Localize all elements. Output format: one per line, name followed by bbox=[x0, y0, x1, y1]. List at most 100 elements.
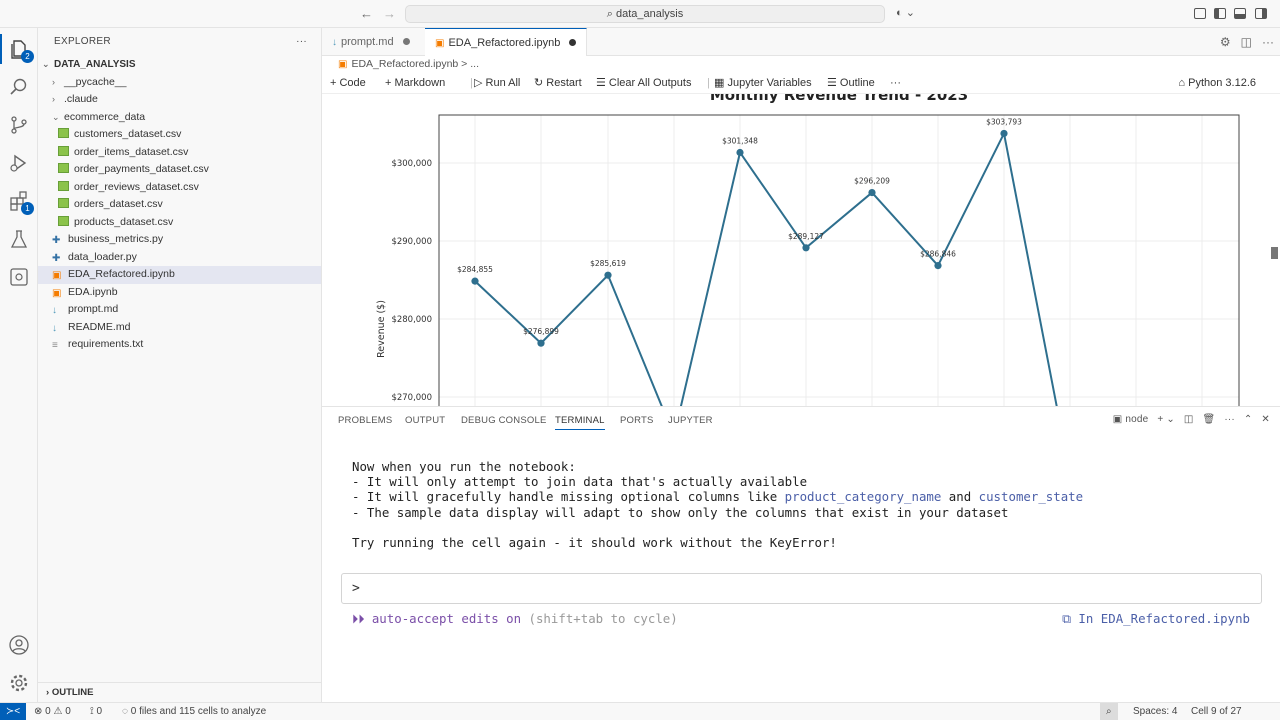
editor-actions: ⚙ ◫ ··· bbox=[1220, 35, 1274, 49]
account-icon[interactable] bbox=[8, 634, 30, 656]
extensions-icon[interactable]: 1 bbox=[8, 190, 34, 215]
code-token: product_category_name bbox=[784, 489, 942, 505]
more-actions-icon[interactable]: ··· bbox=[1262, 35, 1274, 49]
tree-item[interactable]: order_payments_dataset.csv bbox=[38, 161, 321, 179]
tree-item[interactable]: products_dataset.csv bbox=[38, 214, 321, 232]
toggle-panel-icon[interactable] bbox=[1234, 8, 1246, 19]
tree-item-label: business_metrics.py bbox=[68, 233, 164, 245]
y-axis-label: Revenue ($) bbox=[376, 300, 387, 358]
workspace-name: data_analysis bbox=[615, 8, 684, 20]
tab-debug-console[interactable]: DEBUG CONSOLE bbox=[461, 415, 546, 426]
chevron-down-icon: ⌄ bbox=[42, 59, 50, 69]
tree-item[interactable]: › .claude bbox=[38, 91, 321, 109]
ports-status[interactable]: ⟟ 0 bbox=[90, 703, 102, 720]
text-file-icon: ≡ bbox=[52, 340, 58, 351]
explorer-sidebar: EXPLORER ··· ⌄ DATA_ANALYSIS › __pycache__… bbox=[38, 28, 322, 702]
tree-item[interactable]: orders_dataset.csv bbox=[38, 196, 321, 214]
tab-terminal[interactable]: TERMINAL bbox=[555, 415, 605, 430]
toggle-sidebar-icon[interactable] bbox=[1214, 8, 1226, 19]
tree-item[interactable]: ▣ EDA.ipynb bbox=[38, 284, 321, 302]
source-control-icon[interactable] bbox=[8, 114, 30, 136]
tree-item[interactable]: ▣ EDA_Refactored.ipynb bbox=[38, 266, 321, 284]
restart-button[interactable]: ↻ Restart bbox=[534, 72, 582, 94]
add-code-button[interactable]: + Code bbox=[330, 72, 366, 94]
toolbar-separator: | bbox=[707, 77, 710, 89]
tab-jupyter[interactable]: JUPYTER bbox=[668, 415, 713, 426]
close-panel-icon[interactable]: ✕ bbox=[1261, 414, 1270, 425]
csv-file-icon bbox=[58, 180, 69, 191]
data-label: $286,846 bbox=[920, 250, 956, 259]
tree-item[interactable]: order_reviews_dataset.csv bbox=[38, 179, 321, 197]
clear-icon: ☰ bbox=[596, 77, 609, 89]
outline-button[interactable]: ☰ Outline bbox=[827, 72, 875, 94]
remote-indicator-icon[interactable]: ≻< bbox=[0, 703, 26, 720]
command-center-search[interactable]: ⌕ data_analysis bbox=[405, 5, 885, 23]
copilot-icon[interactable]: ◐ ⌄ bbox=[896, 6, 915, 19]
manage-gear-icon[interactable] bbox=[8, 672, 30, 694]
zoom-icon[interactable]: ⌕ bbox=[1100, 703, 1118, 720]
data-point bbox=[471, 277, 479, 285]
indentation-status[interactable]: Spaces: 4 bbox=[1133, 703, 1177, 720]
tab-prompt-md[interactable]: ↓ prompt.md bbox=[322, 28, 420, 56]
notebook-file-icon: ▣ bbox=[338, 59, 348, 70]
back-arrow-icon[interactable]: ← bbox=[360, 6, 373, 21]
claude-prompt-input[interactable]: > bbox=[341, 573, 1262, 604]
terminal-shell-icon[interactable]: ▣ bbox=[1113, 414, 1126, 425]
tree-item[interactable]: ⌄ ecommerce_data bbox=[38, 109, 321, 127]
scrollbar-thumb[interactable] bbox=[1271, 247, 1278, 259]
more-actions-icon[interactable]: ··· bbox=[1224, 414, 1235, 425]
outline-section[interactable]: › OUTLINE bbox=[38, 682, 322, 702]
layout-customize-icon[interactable] bbox=[1194, 8, 1206, 19]
more-actions-icon[interactable]: ··· bbox=[296, 28, 307, 56]
data-label: $289,127 bbox=[788, 232, 824, 241]
data-label: $301,348 bbox=[722, 136, 758, 145]
split-terminal-icon[interactable]: ◫ bbox=[1184, 414, 1194, 425]
y-tick-label: $280,000 bbox=[391, 315, 432, 325]
clear-outputs-button[interactable]: ☰ Clear All Outputs bbox=[596, 72, 691, 94]
tab-ports[interactable]: PORTS bbox=[620, 415, 654, 426]
workspace-root[interactable]: ⌄ DATA_ANALYSIS bbox=[38, 56, 321, 74]
forward-arrow-icon[interactable]: → bbox=[383, 6, 396, 21]
tree-item[interactable]: order_items_dataset.csv bbox=[38, 144, 321, 162]
tab-problems[interactable]: PROBLEMS bbox=[338, 415, 392, 426]
run-debug-icon[interactable] bbox=[8, 152, 30, 174]
notebook-toolbar: + Code + Markdown | ▷ Run All ↻ Restart … bbox=[322, 72, 1280, 94]
markdown-file-icon: ↓ bbox=[332, 37, 337, 48]
tree-item[interactable]: ✚ data_loader.py bbox=[38, 249, 321, 267]
tree-item[interactable]: ↓ prompt.md bbox=[38, 301, 321, 319]
unsaved-dot-icon[interactable] bbox=[569, 39, 577, 46]
tree-item[interactable]: ↓ README.md bbox=[38, 319, 321, 337]
breadcrumb-file[interactable]: EDA_Refactored.ipynb bbox=[351, 58, 458, 70]
new-terminal-icon[interactable]: + ⌄ bbox=[1157, 414, 1175, 425]
jupyter-variables-button[interactable]: ▦ Jupyter Variables bbox=[714, 72, 812, 94]
cell-position-status[interactable]: Cell 9 of 27 bbox=[1191, 703, 1242, 720]
toolbar-more-button[interactable]: ··· bbox=[890, 72, 901, 94]
settings-gear-icon[interactable]: ⚙ bbox=[1220, 35, 1231, 49]
testing-icon[interactable] bbox=[8, 228, 30, 250]
split-editor-icon[interactable]: ◫ bbox=[1241, 35, 1252, 49]
breadcrumb-more[interactable]: ... bbox=[470, 58, 479, 70]
explorer-title: EXPLORER bbox=[54, 36, 111, 47]
tab-output[interactable]: OUTPUT bbox=[405, 415, 445, 426]
jupyter-icon[interactable] bbox=[8, 266, 30, 288]
python-icon: ⌂ bbox=[1178, 77, 1189, 89]
toggle-secondary-sidebar-icon[interactable] bbox=[1255, 8, 1267, 19]
search-icon[interactable] bbox=[8, 76, 30, 98]
unsaved-dot-icon[interactable] bbox=[402, 38, 410, 45]
tree-item[interactable]: › __pycache__ bbox=[38, 74, 321, 92]
maximize-panel-icon[interactable]: ⌃ bbox=[1244, 414, 1253, 425]
run-all-label: Run All bbox=[485, 77, 521, 89]
trash-icon[interactable]: 🗑 bbox=[1203, 414, 1216, 425]
explorer-badge: 2 bbox=[21, 50, 34, 63]
analysis-status[interactable]: ◌ 0 files and 115 cells to analyze bbox=[122, 703, 266, 720]
explorer-icon[interactable]: 2 bbox=[0, 34, 34, 64]
terminal-shell-label[interactable]: node bbox=[1125, 414, 1148, 425]
kernel-picker[interactable]: ⌂ Python 3.12.6 bbox=[1178, 72, 1256, 94]
problems-status[interactable]: ⊗ 0 ⚠ 0 bbox=[34, 703, 71, 720]
tree-item[interactable]: ✚ business_metrics.py bbox=[38, 231, 321, 249]
tree-item[interactable]: ≡ requirements.txt bbox=[38, 336, 321, 354]
tab-eda-refactored[interactable]: ▣ EDA_Refactored.ipynb bbox=[425, 28, 588, 56]
add-markdown-button[interactable]: + Markdown bbox=[385, 72, 445, 94]
tree-item[interactable]: customers_dataset.csv bbox=[38, 126, 321, 144]
run-all-button[interactable]: ▷ Run All bbox=[474, 72, 520, 94]
